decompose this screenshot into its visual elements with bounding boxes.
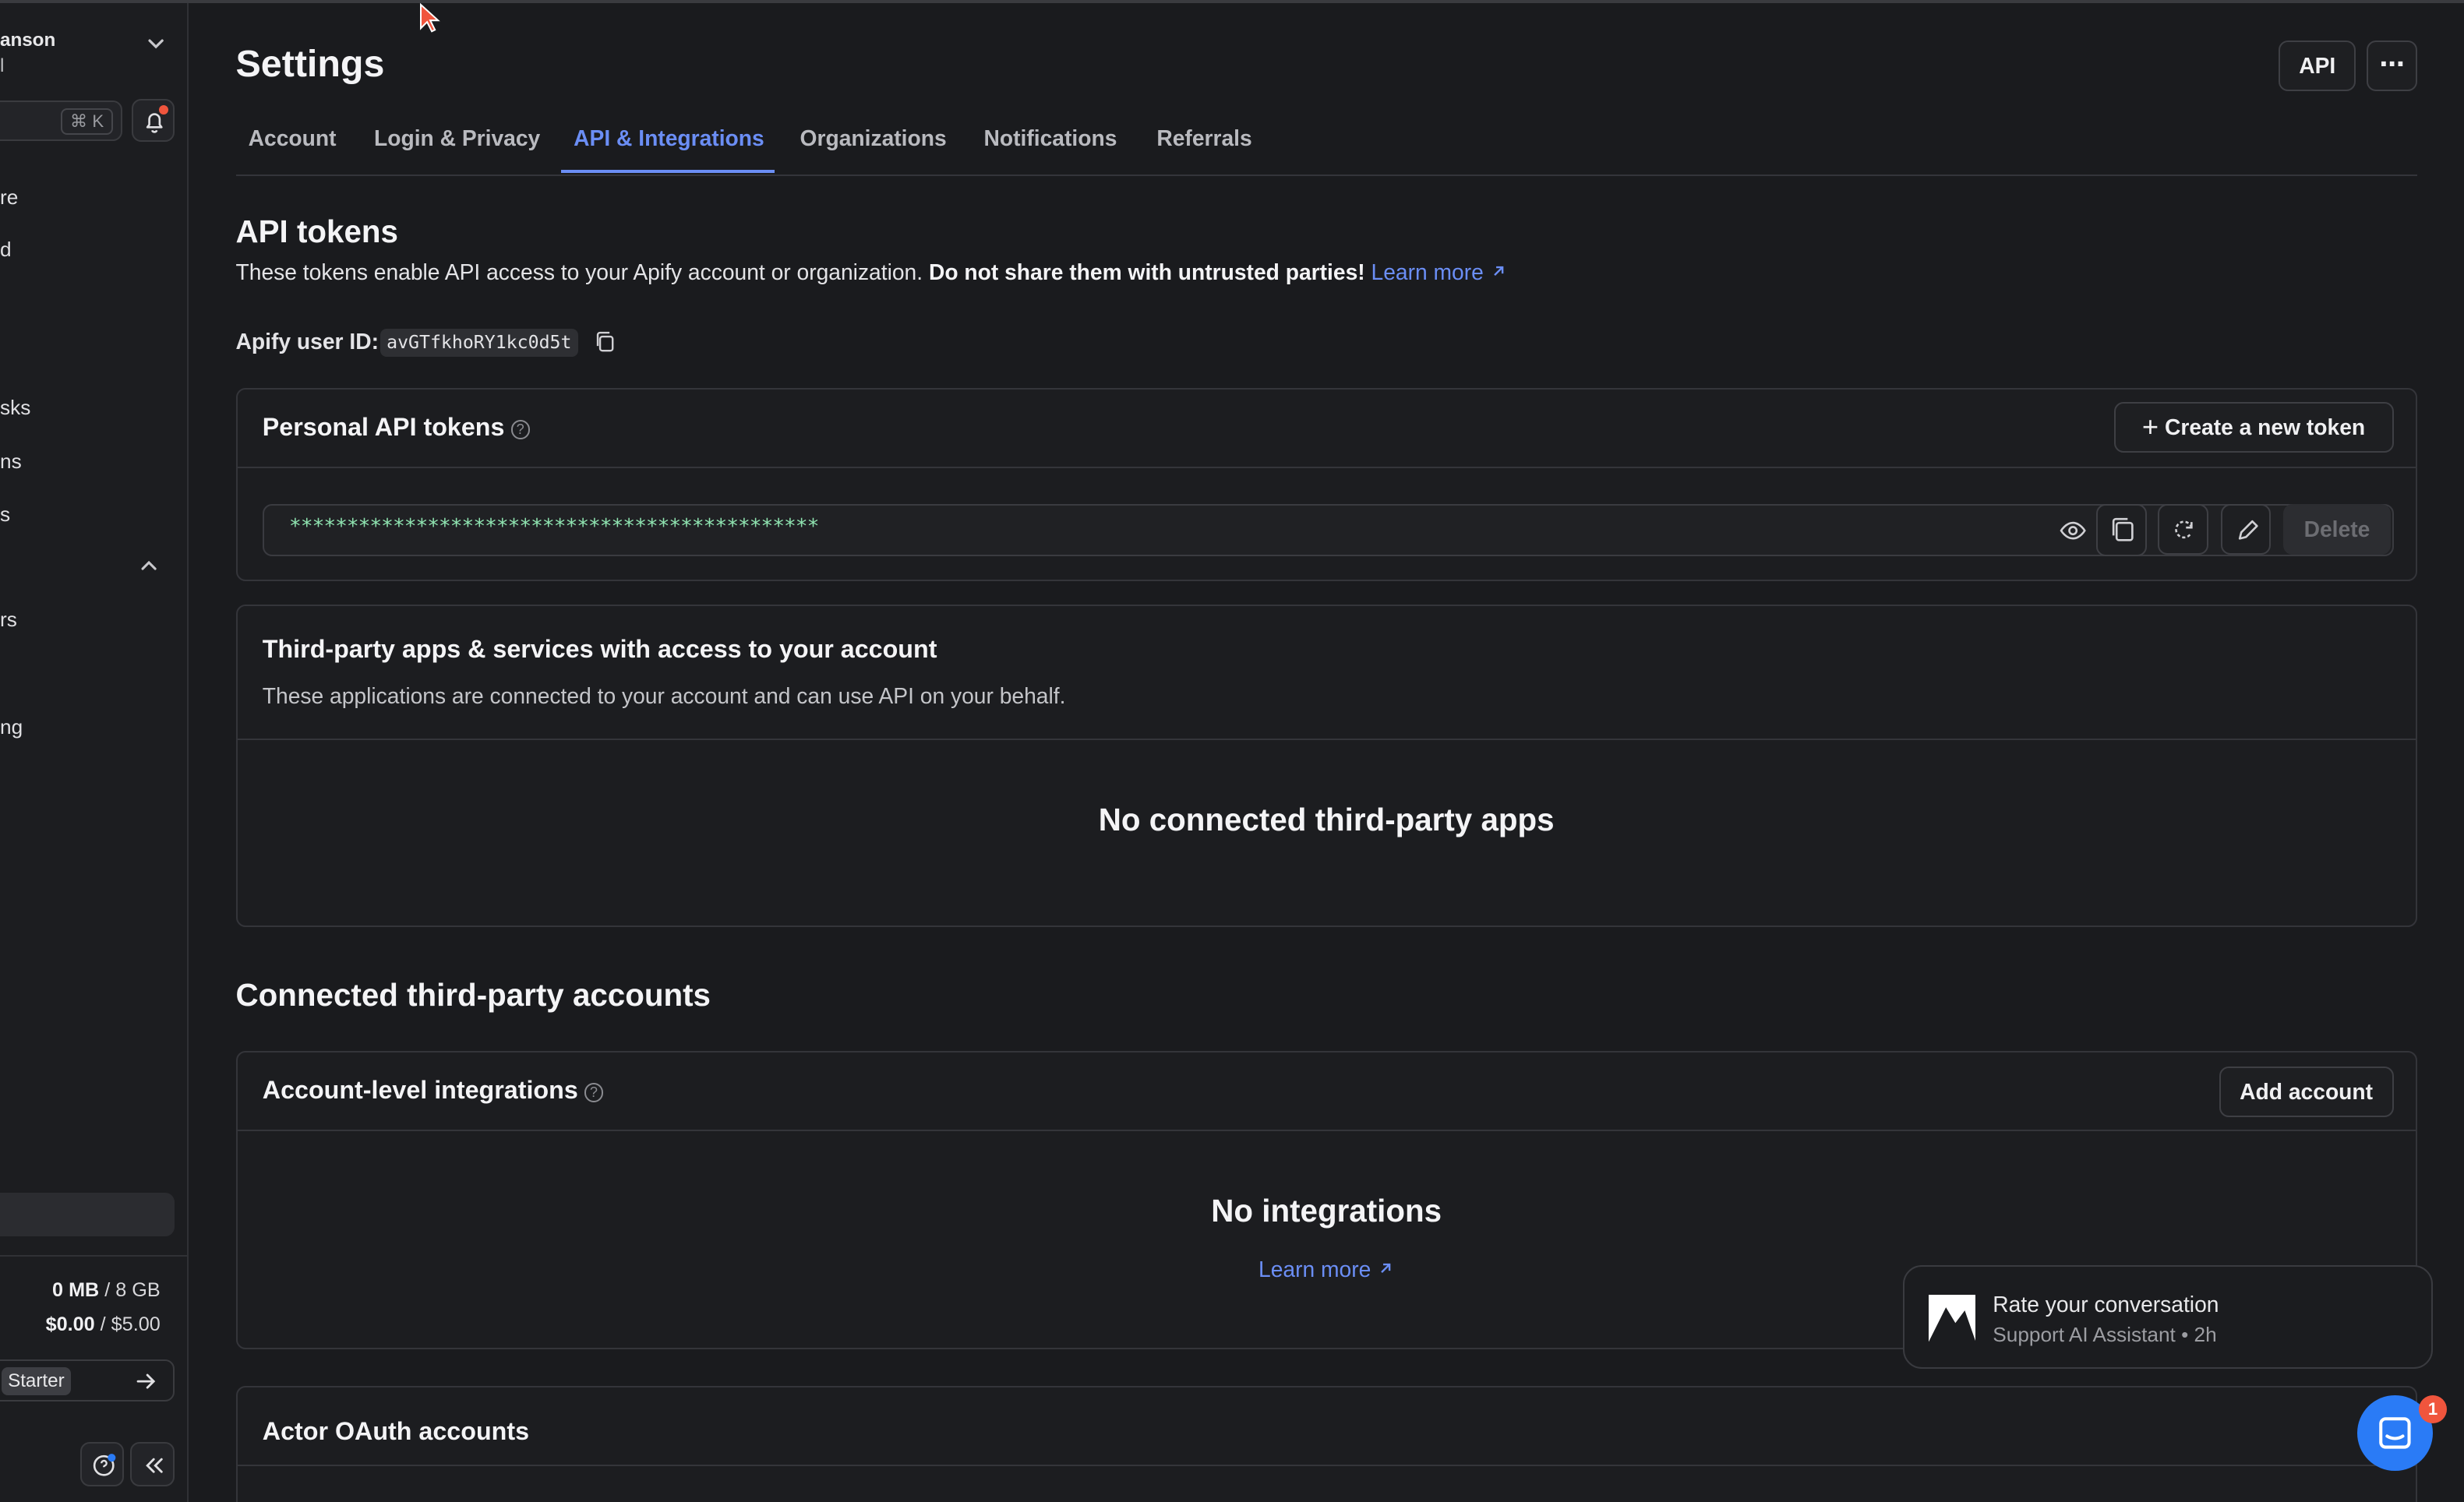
- chevron-down-icon: [147, 39, 164, 49]
- active-tab-indicator: [560, 169, 775, 173]
- actor-oauth-panel: Actor OAuth accounts: [235, 1385, 2417, 1502]
- external-link-icon: [1381, 1264, 1391, 1274]
- storage-limit: / 8 GB: [104, 1278, 161, 1301]
- tab-referrals[interactable]: Referrals: [1156, 125, 1251, 151]
- rate-conversation-toast[interactable]: Rate your conversation Support AI Assist…: [1903, 1264, 2433, 1369]
- tab-account[interactable]: Account: [249, 125, 337, 151]
- copy-token-button[interactable]: [2096, 504, 2147, 556]
- api-button[interactable]: API: [2279, 41, 2356, 91]
- regenerate-token-button[interactable]: [2158, 504, 2208, 555]
- panel-divider: [237, 1464, 2416, 1466]
- settings-tabs: Account Login & Privacy API & Integratio…: [235, 122, 2417, 176]
- notification-dot: [158, 105, 168, 115]
- api-tokens-heading: API tokens: [235, 213, 398, 250]
- personal-tokens-label: Personal API tokens: [262, 413, 505, 442]
- toast-title: Rate your conversation: [1993, 1291, 2219, 1317]
- sidebar-item-0[interactable]: re: [0, 185, 18, 210]
- learn-more-label: Learn more: [1371, 259, 1484, 284]
- token-field[interactable]: ****************************************…: [262, 504, 2394, 556]
- external-link-icon: [1493, 266, 1503, 276]
- panel-divider: [237, 466, 2416, 468]
- help-circle-icon[interactable]: ?: [584, 1083, 604, 1102]
- toast-subtitle: Support AI Assistant • 2h: [1993, 1323, 2217, 1347]
- description-text: These tokens enable API access to your A…: [235, 259, 923, 284]
- double-chevron-left-icon: [146, 1458, 164, 1474]
- personal-tokens-panel: Personal API tokens? + Create a new toke…: [235, 388, 2417, 582]
- cost-usage: $0.00 / $5.00: [46, 1313, 161, 1336]
- notifications-button[interactable]: [132, 99, 175, 142]
- edit-token-button[interactable]: [2220, 504, 2272, 555]
- help-icon: [93, 1454, 116, 1477]
- copy-icon[interactable]: [594, 330, 616, 352]
- eye-icon[interactable]: [2059, 518, 2087, 543]
- account-integrations-label: Account-level integrations: [262, 1076, 578, 1105]
- learn-more-link[interactable]: Learn more: [1371, 259, 1507, 284]
- tab-login-privacy[interactable]: Login & Privacy: [374, 125, 540, 151]
- user-id-label: Apify user ID:: [235, 328, 379, 354]
- tab-organizations[interactable]: Organizations: [800, 125, 947, 151]
- learn-more-label: Learn more: [1258, 1257, 1371, 1282]
- add-account-button[interactable]: Add account: [2219, 1067, 2394, 1117]
- sidebar-item-4[interactable]: s: [0, 502, 10, 527]
- sidebar-item-2[interactable]: sks: [0, 396, 30, 420]
- personal-tokens-title: Personal API tokens?: [263, 413, 530, 442]
- third-party-apps-subtitle: These applications are connected to your…: [262, 683, 1066, 709]
- arrow-right-icon: [137, 1373, 156, 1389]
- upgrade-plan-button[interactable]: Starter: [0, 1359, 175, 1402]
- copy-icon: [2113, 518, 2134, 542]
- mouse-cursor-icon: [420, 3, 441, 33]
- create-token-label: Create a new token: [2164, 414, 2366, 440]
- sidebar-item-1[interactable]: d: [0, 238, 12, 262]
- account-subtitle: l: [0, 55, 5, 76]
- connected-accounts-heading: Connected third-party accounts: [235, 977, 711, 1014]
- account-name: anson: [0, 30, 56, 51]
- bell-icon: [146, 113, 164, 133]
- third-party-apps-panel: Third-party apps & services with access …: [235, 605, 2417, 927]
- search-shortcut: ⌘ K: [60, 108, 114, 136]
- more-options-button[interactable]: ⋯: [2367, 41, 2417, 91]
- sidebar-item-6[interactable]: ng: [0, 715, 23, 739]
- help-button[interactable]: [79, 1442, 125, 1486]
- create-token-button[interactable]: + Create a new token: [2113, 402, 2394, 453]
- collapse-sidebar-button[interactable]: [130, 1442, 175, 1486]
- sidebar: anson l ⌘ K re d sks ns s rs ng 0 MB / 8…: [0, 3, 189, 1502]
- refresh-icon: [2175, 520, 2193, 539]
- sidebar-item-5[interactable]: rs: [0, 608, 17, 632]
- storage-used: 0 MB: [52, 1278, 100, 1301]
- app-window: anson l ⌘ K re d sks ns s rs ng 0 MB / 8…: [0, 0, 2464, 1502]
- sidebar-item-3[interactable]: ns: [0, 450, 22, 474]
- chevron-up-icon[interactable]: [139, 556, 158, 575]
- tab-notifications[interactable]: Notifications: [984, 125, 1117, 151]
- cost-limit: / $5.00: [100, 1313, 161, 1336]
- tab-api-integrations[interactable]: API & Integrations: [574, 125, 764, 151]
- pencil-icon: [2238, 520, 2258, 541]
- third-party-apps-title: Third-party apps & services with access …: [262, 634, 937, 663]
- description-warning: Do not share them with untrusted parties…: [928, 259, 1365, 284]
- plan-badge: Starter: [2, 1366, 71, 1395]
- search-input[interactable]: ⌘ K: [0, 100, 123, 142]
- page-title: Settings: [235, 43, 385, 86]
- no-apps-message: No connected third-party apps: [1098, 801, 1555, 837]
- api-tokens-description: These tokens enable API access to your A…: [236, 259, 1507, 285]
- token-value: ****************************************…: [289, 515, 819, 539]
- help-circle-icon[interactable]: ?: [510, 420, 530, 439]
- chat-unread-badge: 1: [2418, 1394, 2448, 1424]
- actor-oauth-title: Actor OAuth accounts: [262, 1417, 530, 1446]
- support-assistant-logo: [1928, 1294, 1976, 1342]
- delete-token-button[interactable]: Delete: [2283, 504, 2391, 555]
- account-switcher[interactable]: anson l: [0, 25, 189, 88]
- no-integrations-message: No integrations: [1211, 1192, 1442, 1229]
- sidebar-selected-item[interactable]: [0, 1192, 175, 1237]
- panel-divider: [237, 1130, 2416, 1132]
- cost-used: $0.00: [45, 1313, 95, 1336]
- panel-divider: [237, 738, 2416, 740]
- plus-icon: +: [2141, 411, 2159, 443]
- user-id-value: avGTfkhoRY1kc0d5t: [380, 328, 578, 357]
- account-integrations-title: Account-level integrations?: [262, 1076, 604, 1105]
- sidebar-divider: [0, 1255, 189, 1257]
- storage-usage: 0 MB / 8 GB: [52, 1279, 161, 1302]
